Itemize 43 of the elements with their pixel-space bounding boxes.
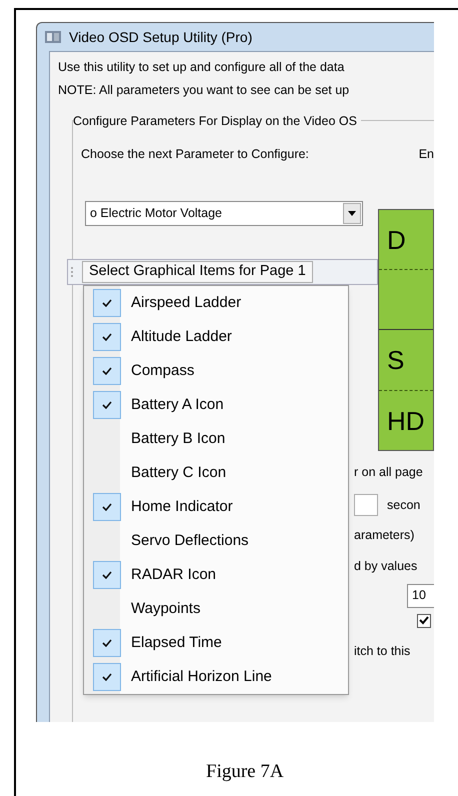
menu-item[interactable]: Home Indicator [84,490,348,524]
check-icon [102,333,112,341]
app-icon [45,31,61,43]
column-label: En [418,146,434,162]
menu-item[interactable]: Elapsed Time [84,626,348,660]
menu-item[interactable]: Servo Deflections [84,524,348,558]
grip-icon[interactable] [68,265,76,279]
check-icon [102,367,112,375]
menu-item[interactable]: Waypoints [84,592,348,626]
label-text: arameters) [354,527,414,544]
parameter-dropdown[interactable]: o Electric Motor Voltage [85,201,363,226]
menu-item[interactable]: Battery C Icon [84,456,348,490]
label-text: d by values [354,558,418,575]
check-icon [102,639,112,647]
panel-label: HD [387,408,425,434]
check-icon [102,673,112,681]
menu-item[interactable]: Altitude Ladder [84,320,348,354]
figure-caption: Figure 7A [206,760,285,784]
menu-item[interactable]: Artificial Horizon Line [84,660,348,694]
popup-title: Select Graphical Items for Page 1 [82,261,313,283]
check-icon [102,503,112,511]
label-text: r on all page [354,464,423,482]
menu-item[interactable]: Battery B Icon [84,422,348,456]
instruction-text: NOTE: All parameters you want to see can be set up [58,82,350,99]
menu-item[interactable]: Airspeed Ladder [84,286,348,320]
panel-label: D [387,226,406,253]
prompt-label: Choose the next Parameter to Configure: [81,146,309,163]
menu-item[interactable]: RADAR Icon [84,558,348,592]
panel-label: S [387,347,404,374]
number-field[interactable]: 10 [407,584,434,608]
check-icon [102,401,112,409]
window-title: Video OSD Setup Utility (Pro) [69,28,252,47]
dropdown-button[interactable] [343,203,361,224]
label-text: itch to this [354,642,410,660]
instruction-text: Use this utility to set up and configure all of the data [58,59,346,76]
menu-item[interactable]: Compass [84,354,348,388]
text-field[interactable] [354,494,378,516]
label-text: secon [387,496,420,514]
checkbox[interactable] [417,614,431,628]
check-icon [102,571,112,579]
menu-item[interactable]: Battery A Icon [84,388,348,422]
check-icon [102,299,112,307]
caret-icon [348,211,356,216]
